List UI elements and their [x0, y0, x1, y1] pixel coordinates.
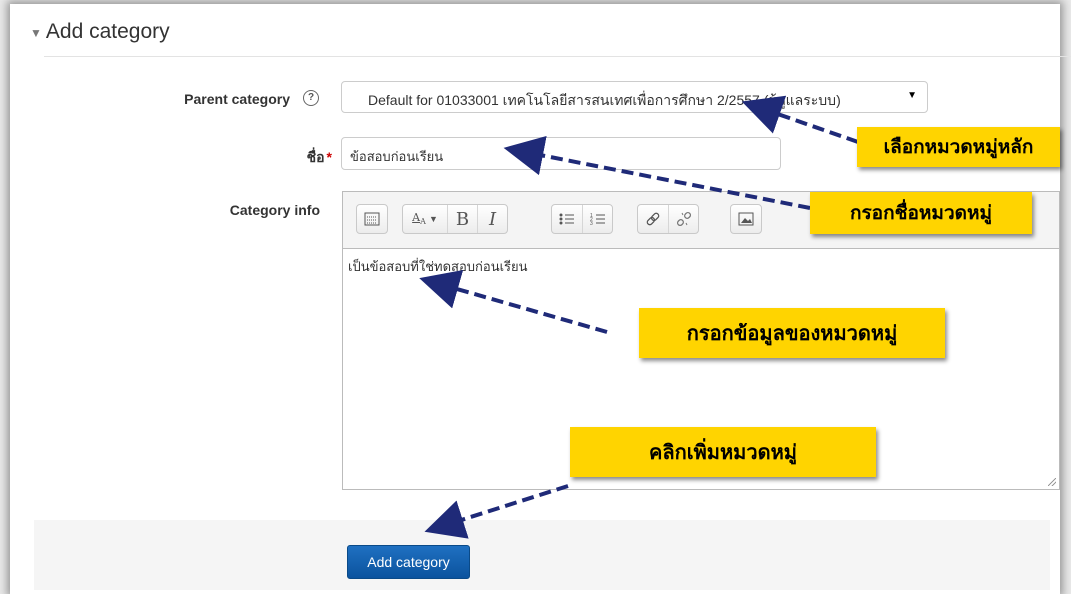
arrow-enter-name — [503, 135, 811, 210]
callout-select-parent: เลือกหมวดหมู่หลัก — [857, 127, 1060, 167]
callout-enter-name: กรอกชื่อหมวดหมู่ — [810, 192, 1032, 234]
callout-enter-info: กรอกข้อมูลของหมวดหมู่ — [639, 308, 945, 358]
callout-click-add: คลิกเพิ่มหมวดหมู่ — [570, 427, 876, 477]
arrow-enter-info — [419, 269, 608, 334]
arrow-click-add — [424, 484, 569, 539]
annotation-arrows — [419, 95, 859, 539]
arrow-select-parent — [741, 95, 859, 144]
